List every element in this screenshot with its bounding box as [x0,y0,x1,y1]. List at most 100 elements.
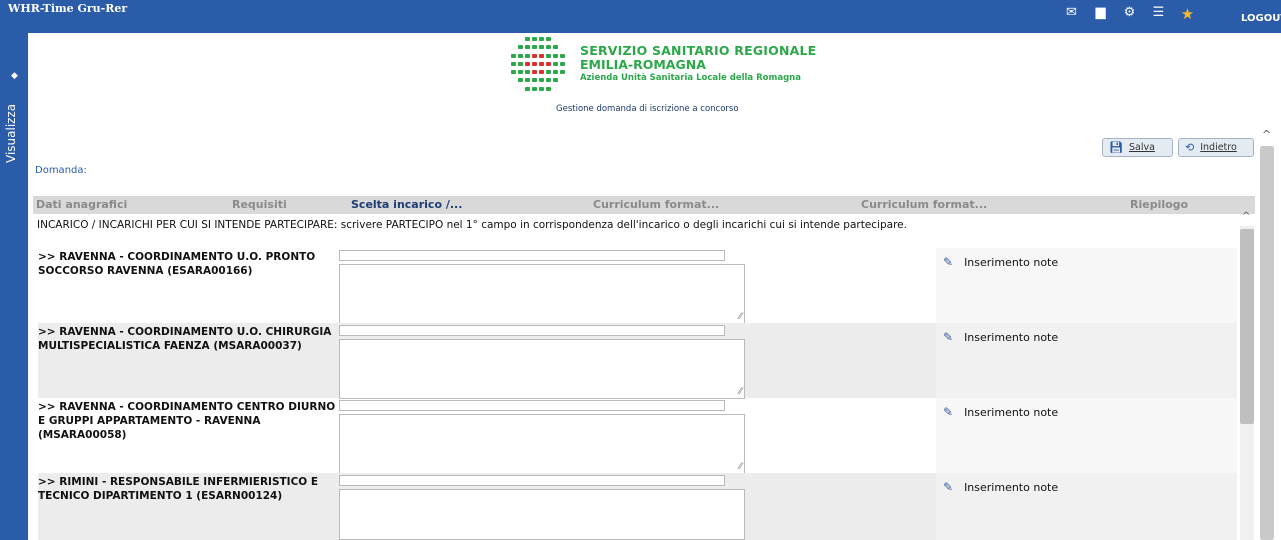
tab-dati-anagrafici[interactable]: Dati anagrafici [36,198,127,211]
logout-link[interactable]: LOGOUT [1241,13,1281,24]
side-label-visualizza[interactable]: Visualizza [1,87,21,179]
tab-curriculum-1[interactable]: Curriculum format... [593,198,719,211]
logo-dot [518,53,523,58]
app-title: WHR-Time Gru-Rer [8,2,128,15]
logo-dot [511,45,516,49]
instructions-text: INCARICO / INCARICHI PER CUI SI INTENDE … [37,219,907,231]
insert-note-label: Inserimento note [964,480,1059,494]
logo-dot [539,70,544,75]
list-icon[interactable]: ☰ [1151,5,1166,23]
wizard-tabs: Dati anagrafici Requisiti Scelta incaric… [33,196,1255,214]
tab-riepilogo[interactable]: Riepilogo [1130,198,1188,211]
incarico-row: >> RIMINI - RESPONSABILE INFERMIERISTICO… [38,473,1237,540]
logo-dot [532,61,537,66]
partecipo-input[interactable] [339,250,725,261]
insert-note-label: Inserimento note [964,330,1059,344]
insert-note-link[interactable]: ✎ Inserimento note [943,255,1058,269]
back-arrow-icon: ⟲ [1185,141,1195,154]
note-cell: ✎ Inserimento note [936,323,1237,398]
logo-dot [546,37,551,41]
insert-note-link[interactable]: ✎ Inserimento note [943,330,1058,344]
incarico-row: >> RAVENNA - COORDINAMENTO U.O. CHIRURGI… [38,323,1237,399]
brand-line-2: EMILIA-ROMAGNA [580,57,706,72]
page-scrollbar[interactable]: ^ [1258,128,1278,540]
logo-dot [539,61,544,66]
logo-dot [546,78,551,83]
logo-dot [553,70,558,75]
logo-dot [546,70,551,75]
back-button[interactable]: ⟲ Indietro [1178,138,1254,157]
logo-dot [518,61,523,66]
diamond-icon: ◆ [11,71,18,81]
logo-dot [553,37,558,41]
top-icons: ✉ ▆ ⚙ ☰ ★ [1064,5,1195,23]
note-cell: ✎ Inserimento note [936,398,1237,473]
logo-dot [546,86,551,91]
logo-dot [518,37,523,41]
incarico-row: >> RAVENNA - COORDINAMENTO CENTRO DIURNO… [38,398,1237,474]
incarico-textarea[interactable]: ⁄⁄ [339,339,745,399]
logo-dot [560,78,565,82]
mail-icon[interactable]: ✉ [1064,5,1079,23]
logo-dot [560,37,565,41]
top-bar: WHR-Time Gru-Rer ✉ ▆ ⚙ ☰ ★ LOGOUT [0,0,1281,33]
partecipo-input[interactable] [339,400,725,411]
insert-note-link[interactable]: ✎ Inserimento note [943,480,1058,494]
logo-dot [560,70,565,75]
logo-dot [532,37,537,41]
content-scroll-up-icon[interactable]: ^ [1242,211,1250,222]
logo-dot [539,53,544,58]
page-subtitle: Gestione domanda di iscrizione a concors… [556,104,739,114]
content-scroll-thumb[interactable] [1240,229,1254,424]
logo-dot [560,53,565,58]
logo-dot [553,61,558,66]
tab-scelta-incarico[interactable]: Scelta incarico /... [351,198,462,211]
incarico-textarea[interactable] [339,489,745,540]
logo-dot [525,78,530,83]
partecipo-input[interactable] [339,325,725,336]
edit-note-icon[interactable]: ✎ [943,255,953,269]
logo-dot [532,78,537,83]
logo-dot [546,45,551,50]
incarico-textarea[interactable]: ⁄⁄ [339,414,745,474]
star-icon[interactable]: ★ [1180,5,1195,23]
document-icon[interactable]: ▆ [1093,5,1108,23]
scroll-thumb[interactable] [1260,146,1274,540]
settings-icon[interactable]: ⚙ [1122,5,1137,23]
scroll-up-icon[interactable]: ^ [1262,128,1271,141]
edit-note-icon[interactable]: ✎ [943,330,953,344]
logo-dot [539,37,544,41]
incarico-label: >> RAVENNA - COORDINAMENTO CENTRO DIURNO… [38,401,336,441]
logo-dot [546,61,551,66]
edit-note-icon[interactable]: ✎ [943,405,953,419]
incarico-textarea[interactable]: ⁄⁄ [339,264,745,324]
incarico-label: >> RAVENNA - COORDINAMENTO U.O. CHIRURGI… [38,326,332,352]
resize-grip-icon[interactable]: ⁄⁄ [739,462,742,472]
logo-dot [553,78,558,83]
save-button[interactable]: 💾︎ Salva [1102,138,1173,157]
floppy-icon: 💾︎ [1109,141,1123,154]
insert-note-link[interactable]: ✎ Inserimento note [943,405,1058,419]
edit-note-icon[interactable]: ✎ [943,480,953,494]
logo-dot [525,70,530,75]
logo-dot [553,53,558,58]
side-panel[interactable]: ◆ Visualizza [0,33,28,540]
save-label: Salva [1128,142,1155,153]
logo-dot [532,53,537,58]
ssr-logo [511,34,573,93]
resize-grip-icon[interactable]: ⁄⁄ [739,387,742,397]
logo-dot [511,53,516,58]
content-scrollbar[interactable]: ^ [1239,211,1256,540]
logo-dot [511,70,516,75]
logo-dot [518,45,523,50]
resize-grip-icon[interactable]: ⁄⁄ [739,312,742,322]
tab-curriculum-2[interactable]: Curriculum format... [861,198,987,211]
logo-dot [539,86,544,91]
partecipo-input[interactable] [339,475,725,486]
incarico-row: >> RAVENNA - COORDINAMENTO U.O. PRONTO S… [38,248,1237,324]
tab-requisiti[interactable]: Requisiti [232,198,287,211]
logo-dot [525,86,530,91]
logo-dot [511,61,516,66]
incarico-label: >> RIMINI - RESPONSABILE INFERMIERISTICO… [38,476,319,502]
logo-dot [532,45,537,50]
